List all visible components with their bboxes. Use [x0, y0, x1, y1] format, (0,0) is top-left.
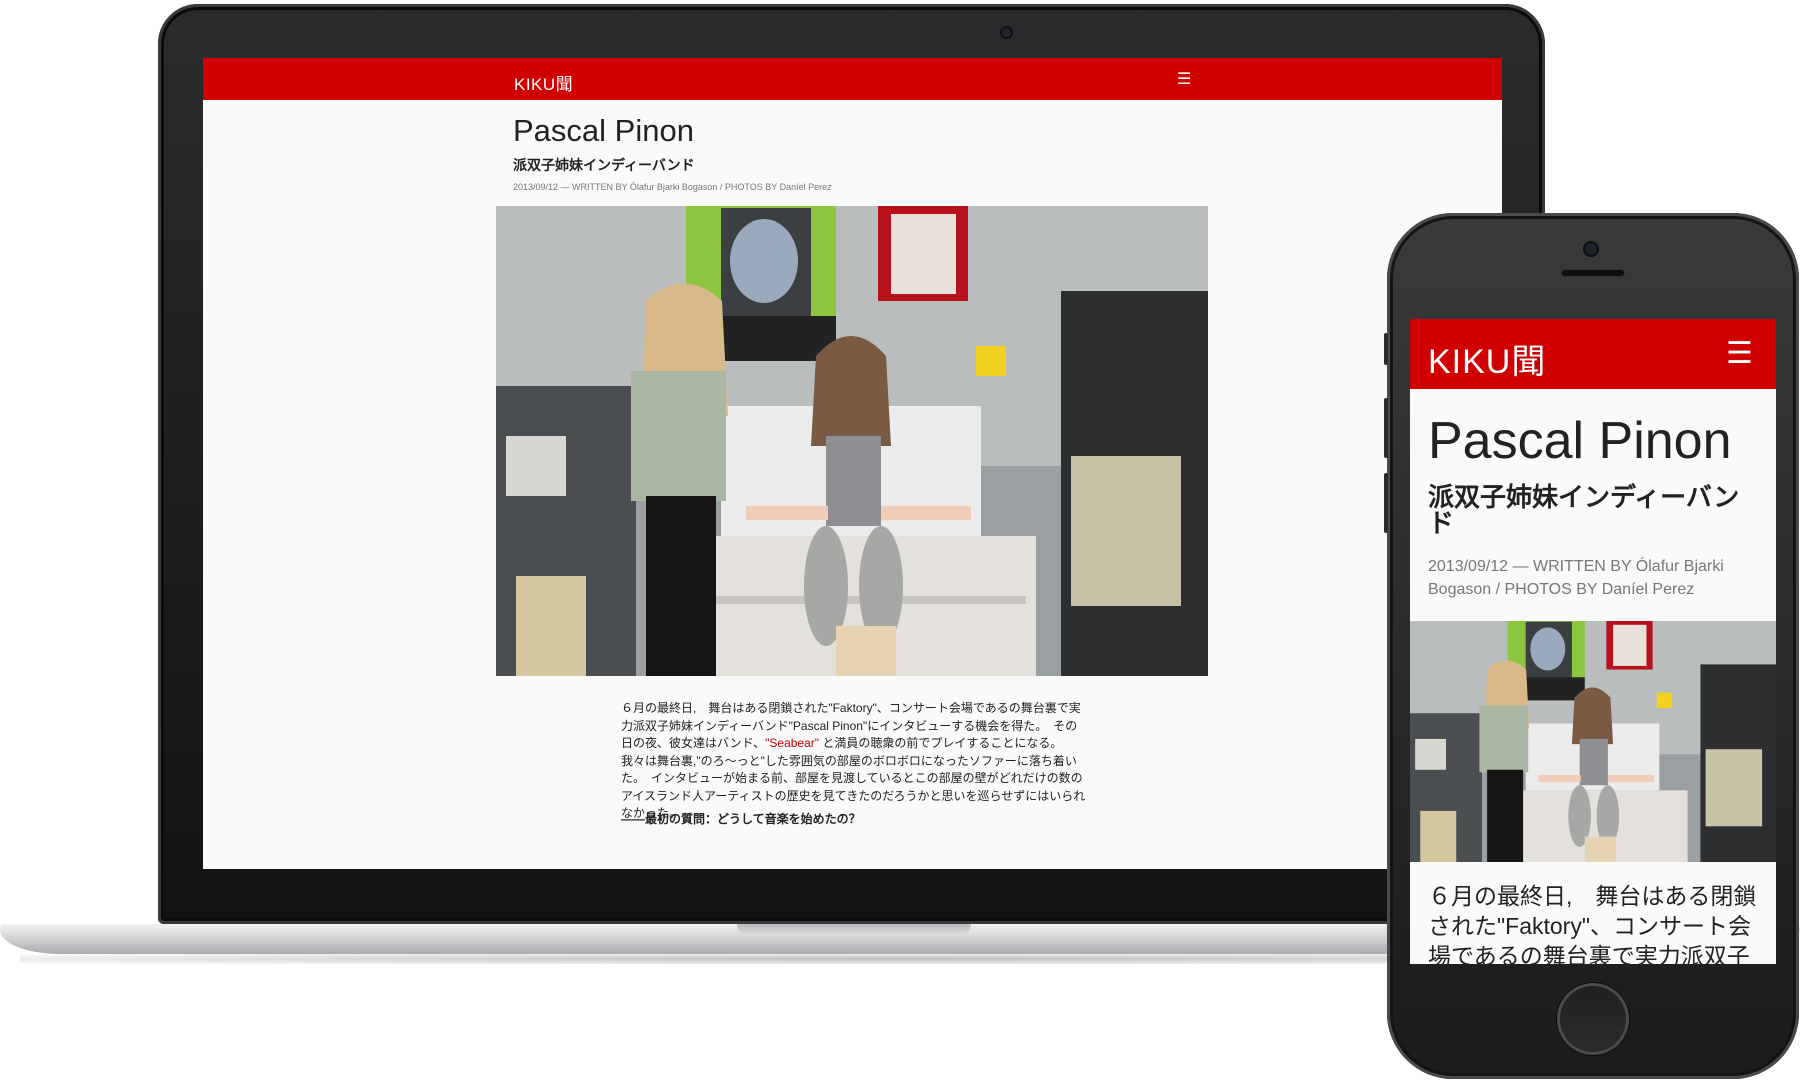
- phone-front-camera: [1585, 243, 1597, 255]
- mobile-article-photo: [1410, 621, 1776, 862]
- mobile-article-byline: 2013/09/12 — WRITTEN BY Ólafur Bjarki Bo…: [1428, 558, 1724, 598]
- mobile-article-title: Pascal Pinon: [1428, 412, 1732, 470]
- mobile-browser-viewport: KIKU聞 ☰ Pascal Pinon 派双子姉妹インディーバンド 2013/…: [1410, 319, 1776, 964]
- article-photo: [496, 206, 1208, 676]
- hamburger-menu-icon[interactable]: ☰: [1726, 339, 1753, 369]
- article-body: ６月の最終日, 舞台はある閉鎖された"Faktory"、コンサート会場であるの舞…: [621, 700, 1086, 823]
- article: Pascal Pinon 派双子姉妹インディーバンド 2013/09/12 — …: [203, 100, 1502, 869]
- mobile-site-header: KIKU聞 ☰: [1410, 319, 1776, 389]
- laptop-camera: [1002, 28, 1011, 37]
- phone-speaker: [1561, 269, 1625, 277]
- article-byline: 2013/09/12 — WRITTEN BY Ólafur Bjarki Bo…: [513, 182, 832, 192]
- site-logo[interactable]: KIKU聞: [514, 70, 573, 95]
- article-title: Pascal Pinon: [513, 113, 694, 148]
- mobile-site-logo[interactable]: KIKU聞: [1428, 334, 1546, 383]
- mobile-article-body: ６月の最終日, 舞台はある閉鎖された"Faktory"、コンサート会場であるの舞…: [1428, 883, 1757, 964]
- seabear-link[interactable]: "Seabear": [765, 736, 819, 750]
- band-photo-illustration: [496, 206, 1208, 676]
- desktop-browser-viewport: KIKU聞 ☰ Pascal Pinon 派双子姉妹インディーバンド 2013/…: [203, 58, 1502, 869]
- site-header: KIKU聞 ☰: [203, 58, 1502, 100]
- article-subtitle: 派双子姉妹インディーバンド: [513, 157, 695, 173]
- laptop-hinge-notch: [737, 924, 971, 936]
- band-photo-illustration: [1410, 621, 1776, 862]
- phone-volume-down-button: [1384, 473, 1388, 533]
- hamburger-menu-icon[interactable]: ☰: [1177, 72, 1191, 88]
- mobile-article-subtitle: 派双子姉妹インディーバンド: [1428, 482, 1740, 538]
- phone-home-button[interactable]: [1557, 983, 1629, 1055]
- phone-volume-up-button: [1384, 398, 1388, 458]
- interview-question: ——最初の質問：どうして音楽を始めたの？: [621, 812, 861, 826]
- phone-mute-switch: [1384, 333, 1388, 365]
- phone-device: KIKU聞 ☰ Pascal Pinon 派双子姉妹インディーバンド 2013/…: [1384, 213, 1799, 1079]
